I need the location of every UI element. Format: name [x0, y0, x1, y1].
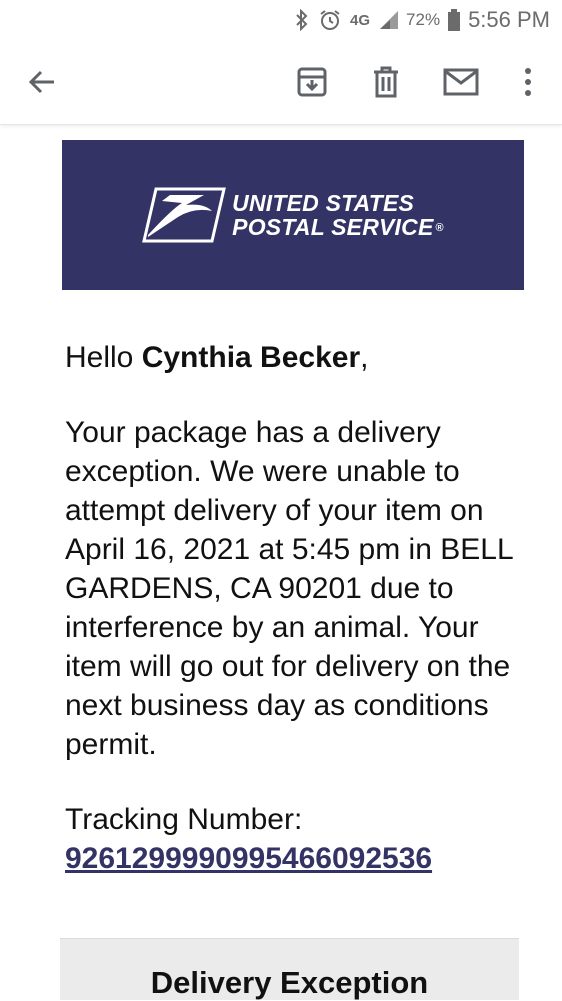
back-button[interactable]	[22, 62, 62, 102]
status-time: 5:56 PM	[468, 7, 550, 32]
delivery-exception-box: Delivery Exception	[60, 938, 519, 1000]
greeting-suffix: ,	[360, 341, 369, 374]
back-arrow-icon	[28, 70, 54, 94]
tracking-number-link[interactable]: 9261299990995466092536	[65, 842, 432, 875]
recipient-name: Cynthia Becker	[141, 341, 361, 374]
delete-icon	[374, 66, 398, 98]
wordmark-line1: UNITED STATES	[232, 189, 415, 216]
delivery-exception-title: Delivery Exception	[150, 965, 429, 1000]
tracking-label: Tracking Number:	[65, 803, 303, 836]
mark-unread-button[interactable]	[441, 62, 481, 102]
delete-button[interactable]	[366, 62, 406, 102]
archive-button[interactable]	[292, 62, 332, 102]
mail-icon	[443, 68, 479, 96]
email-toolbar	[0, 40, 562, 125]
signal-icon	[378, 9, 400, 31]
bluetooth-icon	[294, 9, 310, 31]
usps-banner: UNITED STATES POSTAL SERVICE ®	[62, 140, 524, 290]
more-vert-icon	[525, 68, 531, 96]
status-bar: 4G 72% 5:56 PM	[0, 0, 562, 40]
delivery-message: Your package has a delivery exception. W…	[65, 416, 513, 761]
network-4g-icon: 4G	[350, 11, 371, 29]
registered-mark: ®	[435, 222, 444, 235]
greeting: Hello Cynthia Becker,	[65, 338, 535, 377]
greeting-prefix: Hello	[65, 341, 142, 374]
usps-eagle-logo	[142, 187, 227, 243]
more-options-button[interactable]	[508, 62, 548, 102]
archive-icon	[297, 67, 327, 97]
battery-icon	[448, 9, 461, 31]
wordmark-line2-text: POSTAL SERVICE	[232, 214, 434, 240]
email-body: Hello Cynthia Becker, Your package has a…	[65, 338, 535, 878]
battery-percent: 72%	[406, 10, 441, 29]
alarm-icon	[318, 8, 342, 32]
usps-wordmark: UNITED STATES POSTAL SERVICE ®	[232, 191, 444, 239]
wordmark-line2: POSTAL SERVICE ®	[232, 215, 444, 239]
